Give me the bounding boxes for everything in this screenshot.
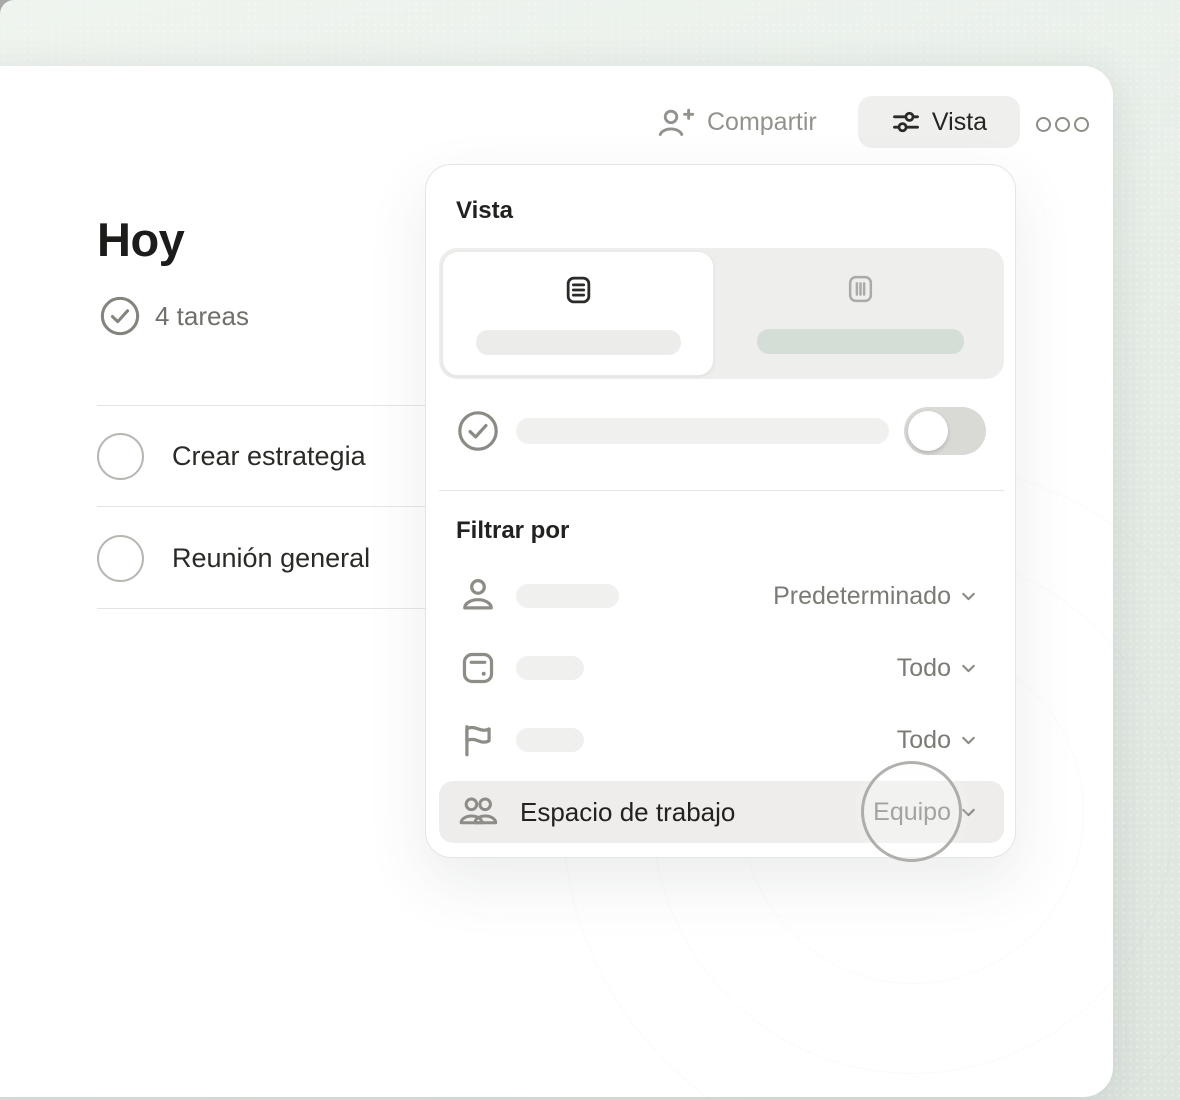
filter-row-date[interactable]: Todo <box>439 637 1004 699</box>
screen-background: Compartir Vista Hoy 4 tareas Crear e <box>0 0 1180 1100</box>
check-circle-icon <box>456 409 500 453</box>
page-title: Hoy <box>97 212 184 267</box>
person-add-icon <box>656 105 696 140</box>
check-circle-icon <box>99 295 141 337</box>
filter-value-dropdown[interactable]: Equipo <box>873 798 979 827</box>
placeholder-bar <box>516 418 889 444</box>
filter-value-dropdown[interactable]: Todo <box>897 726 979 755</box>
task-label: Reunión general <box>172 543 370 574</box>
filter-value-dropdown[interactable]: Todo <box>897 654 979 683</box>
share-button[interactable]: Compartir <box>656 102 817 142</box>
placeholder-bar <box>516 728 584 752</box>
placeholder-bar <box>516 584 619 608</box>
layout-option-board[interactable] <box>717 248 1004 379</box>
placeholder-bar <box>757 329 964 354</box>
filter-value: Predeterminado <box>773 582 951 611</box>
divider <box>97 608 430 609</box>
filter-row-assignee[interactable]: Predeterminado <box>439 565 1004 627</box>
chevron-down-icon <box>958 730 979 751</box>
chevron-down-icon <box>958 586 979 607</box>
ellipsis-icon <box>1036 117 1051 132</box>
more-options-button[interactable] <box>1034 110 1091 138</box>
ellipsis-icon <box>1074 117 1089 132</box>
filter-row-priority[interactable]: Todo <box>439 709 1004 771</box>
task-count-label: 4 tareas <box>155 301 249 332</box>
person-icon <box>456 574 500 618</box>
divider <box>97 405 430 406</box>
task-row[interactable]: Crear estrategia <box>97 408 430 504</box>
view-button[interactable]: Vista <box>858 96 1020 148</box>
placeholder-bar <box>476 330 681 355</box>
popover-title: Vista <box>456 197 513 225</box>
view-popover: Vista <box>425 164 1016 858</box>
people-icon <box>456 790 500 834</box>
filter-section-title: Filtrar por <box>456 517 569 545</box>
chevron-down-icon <box>958 802 979 823</box>
task-count: 4 tareas <box>99 295 249 337</box>
divider <box>97 506 430 507</box>
filter-value: Todo <box>897 726 951 755</box>
view-button-label: Vista <box>932 108 987 137</box>
toggle-knob <box>908 411 948 451</box>
filter-value: Equipo <box>873 798 951 827</box>
calendar-icon <box>456 646 500 690</box>
list-view-icon <box>563 273 594 307</box>
sliders-icon <box>891 107 921 137</box>
layout-option-list[interactable] <box>442 251 714 376</box>
ellipsis-icon <box>1055 117 1070 132</box>
board-view-icon <box>845 272 876 306</box>
divider <box>439 490 1004 491</box>
filter-row-workspace[interactable]: Espacio de trabajo Equipo <box>439 781 1004 843</box>
flag-icon <box>456 718 500 762</box>
task-checkbox[interactable] <box>97 433 144 480</box>
filter-value-dropdown[interactable]: Predeterminado <box>773 582 979 611</box>
filter-value: Todo <box>897 654 951 683</box>
toggle-switch[interactable] <box>904 407 986 455</box>
share-button-label: Compartir <box>707 108 817 137</box>
layout-segmented-control <box>439 248 1004 379</box>
task-checkbox[interactable] <box>97 535 144 582</box>
placeholder-bar <box>516 656 584 680</box>
filter-row-label: Espacio de trabajo <box>520 797 735 828</box>
task-label: Crear estrategia <box>172 441 366 472</box>
task-row[interactable]: Reunión general <box>97 510 430 606</box>
completed-tasks-toggle-row <box>439 407 1004 455</box>
chevron-down-icon <box>958 658 979 679</box>
